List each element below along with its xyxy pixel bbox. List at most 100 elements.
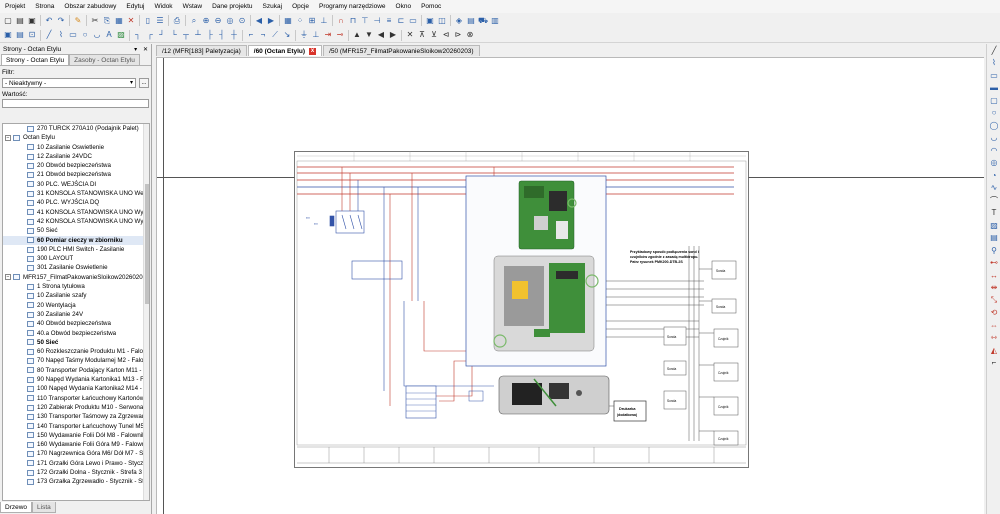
text-icon[interactable]: A <box>104 30 114 40</box>
tree-page-item[interactable]: 30 PLC. WEJŚCIA DI <box>3 180 144 189</box>
settings-icon[interactable]: ✎ <box>73 16 83 26</box>
dim-h-tool-icon[interactable]: ↔ <box>987 269 1000 282</box>
paste-icon[interactable]: ▦ <box>114 16 124 26</box>
tree-page-item[interactable]: 140 Transporter Łańcuchowy Tunel M5 <box>3 422 144 431</box>
dim-chain-tool-icon[interactable]: ⇿ <box>987 332 1000 345</box>
close-icon[interactable]: ▣ <box>27 16 37 26</box>
tree-scrollbar[interactable] <box>143 124 149 500</box>
parts-icon[interactable]: ▥ <box>490 16 500 26</box>
tree-page-item[interactable]: 130 Transporter Taśmowy za Zgrzewadł <box>3 412 144 421</box>
cut-icon[interactable]: ✂ <box>90 16 100 26</box>
tree-page-item[interactable]: 170 Nagrzewnica Góra M6/ Dół M7 - St <box>3 449 144 458</box>
connection-icon[interactable]: ∩ <box>336 16 346 26</box>
table-icon[interactable]: ▤ <box>466 16 476 26</box>
menu-widok[interactable]: Widok <box>150 0 178 13</box>
macro-icon[interactable]: ▣ <box>3 30 13 40</box>
print-icon[interactable]: ⎙ <box>172 16 182 26</box>
triangle-2-icon[interactable]: ▼ <box>364 30 374 40</box>
forward-icon[interactable]: ▶ <box>266 16 276 26</box>
signal-icon[interactable]: ⇥ <box>323 30 333 40</box>
tree-page-item[interactable]: 40 PLC. WYJŚCIA DQ <box>3 198 144 207</box>
grid-dots-icon[interactable]: ⁘ <box>295 16 305 26</box>
angle-1-icon[interactable]: ⌐ <box>246 30 256 40</box>
tree-page-item[interactable]: 300 LAYOUT <box>3 254 144 263</box>
undo-icon[interactable]: ↶ <box>44 16 54 26</box>
zoom-in-icon[interactable]: ⊕ <box>201 16 211 26</box>
tree-page-item[interactable]: 1 Strona tytułowa <box>3 282 144 291</box>
rect-round-tool-icon[interactable]: ▢ <box>987 94 1000 107</box>
ortho-icon[interactable]: ⊥ <box>319 16 329 26</box>
corner-2-icon[interactable]: ┌ <box>145 30 155 40</box>
triangle-1-icon[interactable]: ▲ <box>352 30 362 40</box>
tree-page-item[interactable]: 70 Napęd Taśmy Modularnej M2 - Falo <box>3 356 144 365</box>
doc-tab-filmat[interactable]: /50 (MFR157_FilmatPakowanieSloikow202602… <box>323 45 480 56</box>
tab-tree[interactable]: Drzewo <box>0 502 33 513</box>
zoom-out-icon[interactable]: ⊖ <box>213 16 223 26</box>
menu-projekt[interactable]: Projekt <box>0 0 30 13</box>
rect-tool-icon[interactable]: ▭ <box>987 69 1000 82</box>
zoom-window-icon[interactable]: ⌕ <box>189 16 199 26</box>
pin-icon[interactable]: ⊸ <box>335 30 345 40</box>
rect-icon[interactable]: ▭ <box>68 30 78 40</box>
dim-r-tool-icon[interactable]: ⟲ <box>987 307 1000 320</box>
filter-more-button[interactable]: ... <box>139 77 149 88</box>
triangle-3-icon[interactable]: ◀ <box>376 30 386 40</box>
tree-page-item[interactable]: 30 Zasilanie 24V <box>3 310 144 319</box>
dimension-tool-icon[interactable]: ▤ <box>987 232 1000 245</box>
interrupt-icon[interactable]: ⊣ <box>372 16 382 26</box>
panel-close-icon[interactable]: ✕ <box>143 47 148 53</box>
bridge-icon[interactable]: ⊓ <box>348 16 358 26</box>
tree-page-item[interactable]: 50 Sieć <box>3 226 144 235</box>
tree-page-item[interactable]: 150 Wydawanie Folii Dół M8 - Falownik <box>3 431 144 440</box>
line-tool-icon[interactable]: ╱ <box>987 44 1000 57</box>
tee-4-icon[interactable]: ┤ <box>217 30 227 40</box>
menu-pomoc[interactable]: Pomoc <box>416 0 446 13</box>
terminal-icon[interactable]: ◫ <box>437 16 447 26</box>
arc-tool-icon[interactable]: ◡ <box>987 132 1000 145</box>
menu-opcje[interactable]: Opcje <box>287 0 314 13</box>
tree-page-item[interactable]: 31 KONSOLA STANOWISKA UNO Wejśc <box>3 189 144 198</box>
diagonal-icon[interactable]: ⟋ <box>270 30 280 40</box>
arc-icon[interactable]: ◡ <box>92 30 102 40</box>
lock-icon[interactable]: ◈ <box>454 16 464 26</box>
sector-tool-icon[interactable]: ◔ <box>987 169 1000 182</box>
tree-page-item[interactable]: 301 Zasilanie Oswietlenie <box>3 263 144 272</box>
delete-icon[interactable]: ✕ <box>126 16 136 26</box>
text-tool-icon[interactable]: T <box>987 207 1000 220</box>
tree-page-item[interactable]: 10 Zasilanie szafy <box>3 291 144 300</box>
tree-page-item[interactable]: 173 Grzałka Zgrzewadło - Stycznik - Str <box>3 477 144 486</box>
snap-icon[interactable]: ⊞ <box>307 16 317 26</box>
tree-page-item[interactable]: 12 Zasilanie 24VDC <box>3 152 144 161</box>
circle-2-tool-icon[interactable]: ◯ <box>987 119 1000 132</box>
arrow-icon[interactable]: ↘ <box>282 30 292 40</box>
doc-tab-octan-etylu[interactable]: /60 (Octan Etylu) x <box>247 45 323 56</box>
wire-right-icon[interactable]: ⊳ <box>453 30 463 40</box>
collapse-icon[interactable]: − <box>5 134 11 141</box>
menu-szukaj[interactable]: Szukaj <box>258 0 288 13</box>
scrollbar-thumb[interactable] <box>145 184 149 304</box>
tree-page-item[interactable]: 120 Zabierak Produktu M10 - Serwonap <box>3 403 144 412</box>
dim-a-tool-icon[interactable]: ⤡ <box>987 294 1000 307</box>
open-icon[interactable]: ▤ <box>15 16 25 26</box>
shape-tool-icon[interactable]: ◭ <box>987 344 1000 357</box>
tab-pages[interactable]: Strony - Octan Etylu <box>1 54 70 65</box>
schematic-canvas[interactable]: ▪▪▪ ▪▪▪ Sonda Sonda Sonda Sonda Sonda Cz… <box>156 57 984 514</box>
polyline-icon[interactable]: ⌇ <box>56 30 66 40</box>
circle-tool-icon[interactable]: ○ <box>987 107 1000 120</box>
arc-2-tool-icon[interactable]: ◠ <box>987 144 1000 157</box>
cable-icon[interactable]: ≡ <box>384 16 394 26</box>
menu-programy-narzędziowe[interactable]: Programy narzędziowe <box>314 0 390 13</box>
dim-d-tool-icon[interactable]: ⇔ <box>987 319 1000 332</box>
junction-icon[interactable]: ⊤ <box>360 16 370 26</box>
line-icon[interactable]: ╱ <box>44 30 54 40</box>
menu-edytuj[interactable]: Edytuj <box>121 0 149 13</box>
image-tool-icon[interactable]: ▨ <box>987 219 1000 232</box>
potential-icon[interactable]: ▭ <box>408 16 418 26</box>
tree-page-item[interactable]: 42 KONSOLA STANOWISKA UNO Wyjśc <box>3 217 144 226</box>
tree-page-item[interactable]: 20 Wentylacja <box>3 301 144 310</box>
tree-page-item[interactable]: 171 Grzałki Góra Lewo i Prawo - Stycznik <box>3 459 144 468</box>
panel-menu-icon[interactable]: ▾ <box>134 47 137 53</box>
tree-page-item[interactable]: 10 Zasilanie Oswietlenie <box>3 143 144 152</box>
corner-1-icon[interactable]: ┐ <box>133 30 143 40</box>
tree-page-item[interactable]: 80 Transporter Podający Karton M11 - S <box>3 366 144 375</box>
